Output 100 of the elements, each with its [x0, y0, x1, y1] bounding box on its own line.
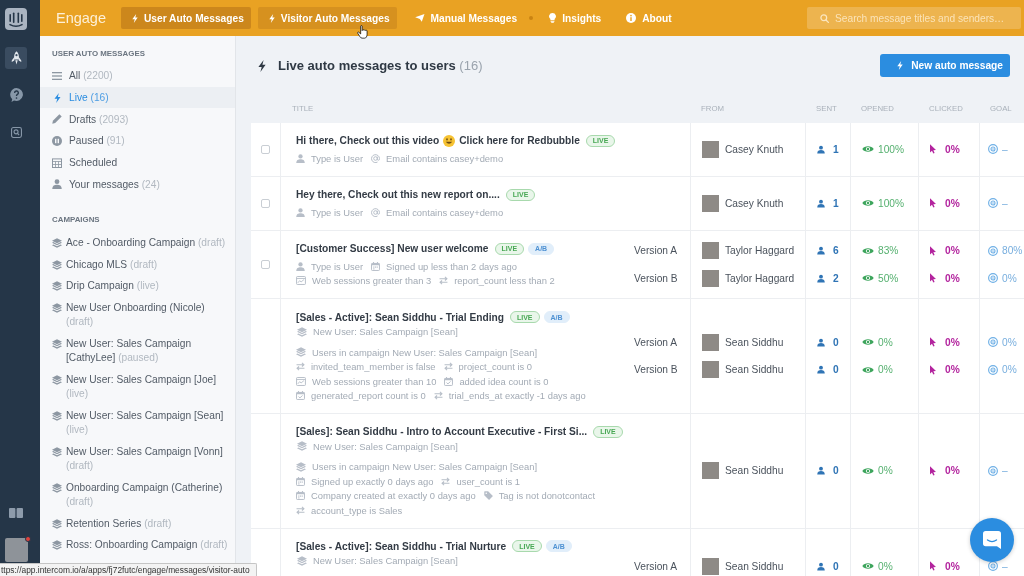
condition-text: Web sessions greater than 10 — [312, 375, 437, 387]
campaign-item[interactable]: Drip Campaign (live) — [40, 275, 235, 298]
eye-icon — [862, 274, 874, 283]
at-sign-icon — [371, 207, 381, 217]
eye-icon — [862, 466, 874, 475]
smiley-emoji-icon — [443, 134, 456, 147]
campaign-item[interactable]: Ace - Onboarding Campaign (draft) — [40, 232, 235, 255]
campaign-item[interactable]: New User: Sales Campaign [Vonn] (draft) — [40, 441, 235, 478]
swap-arrows-icon — [439, 276, 449, 286]
message-title[interactable]: Hey there, Check out this new report on.... — [296, 189, 500, 201]
goal-rate: – — [1002, 465, 1008, 477]
sender-name: Taylor Haggard — [725, 245, 795, 257]
click-rate: 0% — [945, 144, 960, 155]
open-rate: 0% — [878, 336, 893, 348]
goal-rate: 0% — [1002, 364, 1017, 376]
target-icon — [988, 245, 998, 256]
browser-window-icon — [296, 276, 306, 286]
condition-text: Web sessions greater than 3 — [312, 275, 432, 287]
person-icon — [817, 466, 825, 476]
eye-icon — [862, 562, 874, 571]
sidebar-item[interactable]: All (2200) — [40, 65, 235, 87]
row-checkbox[interactable] — [261, 145, 270, 154]
person-icon — [817, 273, 825, 283]
chat-bubble-icon — [983, 531, 1001, 549]
campaign-item[interactable]: Ross: Onboarding Campaign (draft) — [40, 534, 235, 557]
click-rate: 0% — [945, 197, 960, 209]
open-rate: 0% — [878, 560, 893, 572]
search-field[interactable]: Search message titles and senders… — [807, 7, 1021, 29]
lightbulb-icon — [549, 13, 557, 23]
page-title: Live auto messages to users (16) — [278, 58, 483, 73]
cursor-arrow-icon — [930, 465, 936, 476]
message-title[interactable]: [Sales - Active]: Sean Siddhu - Trial Nurture — [296, 540, 507, 552]
sidebar-item[interactable]: Scheduled — [40, 151, 235, 174]
layers-icon — [52, 259, 62, 270]
target-icon — [988, 465, 998, 476]
sent-count: 0 — [833, 465, 839, 477]
bolt-icon — [53, 92, 61, 103]
message-title[interactable]: Click here for Redbubble — [459, 135, 580, 147]
campaign-item[interactable]: Onboarding Campaign (Catherine) (draft) — [40, 477, 235, 514]
layers-icon — [296, 347, 306, 358]
help-icon — [9, 88, 23, 102]
layers-icon — [52, 238, 62, 249]
message-title[interactable]: [Sales]: Sean Siddhu - Intro to Account Executive - First Si... — [296, 426, 588, 438]
sidebar-item[interactable]: Your messages (24) — [40, 173, 235, 196]
sender-name: Taylor Haggard — [725, 272, 795, 284]
new-message-button[interactable]: New auto message — [880, 54, 1010, 77]
condition-text: Type is User — [311, 153, 364, 164]
cursor-arrow-icon — [930, 273, 936, 284]
click-rate: 0% — [945, 560, 960, 572]
condition-text: Type is User — [311, 260, 364, 272]
row-checkbox[interactable] — [261, 198, 270, 208]
tag-icon — [483, 491, 493, 501]
layers-icon — [52, 446, 62, 457]
message-title[interactable]: Hi there, Check out this video — [296, 135, 440, 147]
eye-icon — [862, 199, 874, 208]
calendar-check-icon — [296, 391, 305, 400]
cursor-arrow-icon — [930, 144, 936, 155]
campaign-item[interactable]: Retention Series (draft) — [40, 513, 235, 535]
person-icon — [296, 207, 305, 217]
rail-button[interactable] — [5, 47, 27, 69]
sent-count: 0 — [833, 336, 839, 348]
layers-icon — [52, 302, 62, 313]
layers-icon — [52, 518, 62, 529]
layers-icon — [52, 482, 62, 493]
condition-text: Tag is not donotcontact — [498, 490, 596, 502]
goal-rate: 0% — [1002, 272, 1017, 284]
open-rate: 83% — [878, 245, 899, 257]
person-icon — [52, 179, 62, 190]
layers-icon — [296, 462, 306, 472]
sidebar-item[interactable]: Paused (91) — [40, 130, 235, 152]
layers-icon — [297, 326, 307, 337]
person-icon — [817, 561, 825, 571]
open-rate: 0% — [878, 364, 893, 376]
open-rate: 0% — [878, 465, 893, 477]
open-rate: 100% — [878, 144, 905, 155]
person-icon — [817, 246, 825, 256]
product-name: Engage — [56, 10, 106, 26]
goal-rate: – — [1002, 197, 1008, 209]
campaign-item[interactable]: New User: Sales Campaign [Joe] (live) — [40, 369, 235, 406]
book-icon[interactable] — [9, 508, 23, 518]
sidebar-item[interactable]: Drafts (2093) — [40, 108, 235, 131]
click-rate: 0% — [945, 272, 960, 284]
campaign-item[interactable]: New User: Sales Campaign [CathyLee] (paused) — [40, 333, 235, 370]
pencil-icon — [52, 114, 62, 125]
sender-name: Sean Siddhu — [725, 336, 784, 348]
message-title[interactable]: [Sales - Active]: Sean Siddhu - Trial Ending — [296, 311, 504, 323]
eye-icon — [862, 145, 874, 154]
campaign-item[interactable]: Chicago MLS (draft) — [40, 254, 235, 276]
condition-text: account_type is Sales — [311, 504, 403, 516]
logo-icon[interactable] — [5, 8, 27, 30]
cursor-arrow-icon — [930, 561, 936, 572]
cursor-arrow-icon — [930, 337, 936, 348]
condition-text: Type is User — [311, 206, 364, 218]
campaign-item[interactable]: New User Onboarding (Nicole) (draft) — [40, 297, 235, 334]
message-title[interactable]: [Customer Success] New user welcome — [296, 243, 489, 255]
condition-text: Signed up less than 2 days ago — [386, 260, 517, 272]
bolt-icon — [897, 61, 904, 70]
sent-count: 6 — [833, 245, 839, 257]
campaign-item[interactable]: New User: Sales Campaign [Sean] (live) — [40, 405, 235, 442]
row-checkbox[interactable] — [261, 260, 270, 270]
